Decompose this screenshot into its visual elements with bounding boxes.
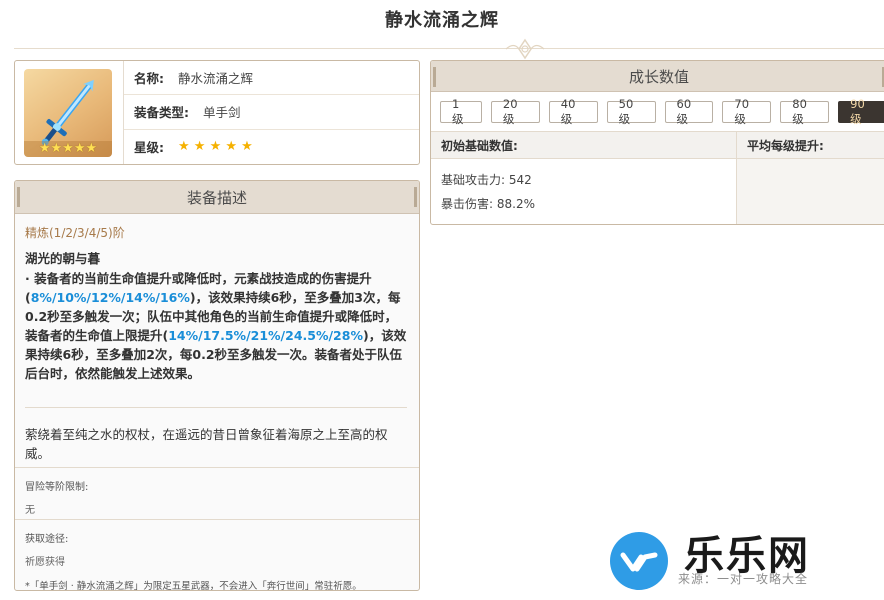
level-button-90[interactable]: 90级 (838, 97, 884, 126)
level-button-60[interactable]: 60级 (664, 97, 714, 126)
level-button-40[interactable]: 40级 (548, 97, 598, 126)
level-button-20[interactable]: 20级 (490, 97, 540, 126)
initial-stats-header: 初始基础数值: (431, 132, 737, 158)
info-row-rarity: 星级: ★ ★ ★ ★ ★ (124, 130, 419, 164)
level-button-1[interactable]: 1级 (440, 97, 482, 126)
growth-panel: 成长数值 1级 20级 40级 50级 60级 70级 80级 90级 初始基础… (430, 60, 884, 225)
description-header: 装备描述 (15, 181, 419, 214)
ascension-label: 冒险等阶限制: (25, 482, 89, 493)
page-title: 静水流涌之辉 (385, 10, 499, 31)
weapon-info-card: ★★★★★ 名称: 静水流涌之辉 装备类型: 单手剑 星级: ★ ★ ★ ★ ★ (14, 60, 420, 165)
name-label: 名称: (134, 71, 164, 87)
passive-name: 湖光的朝与暮 (25, 251, 101, 266)
level-button-80[interactable]: 80级 (780, 97, 830, 126)
stat-table-header: 初始基础数值: 平均每级提升: (431, 132, 884, 159)
watermark-faint-text: 来源：一对一攻略大全 (678, 572, 809, 586)
source-value: 祈愿获得 (25, 557, 65, 568)
source-note: *「单手剑 · 静水流涌之辉」为限定五星武器，不会进入「奔行世间」常驻祈愿。 (25, 581, 362, 591)
flavor-text: 萦绕着至纯之水的权杖，在遥远的昔日曾象征着海原之上至高的权威。 (25, 427, 388, 461)
thumb-rarity-stars: ★★★★★ (24, 141, 112, 157)
stat-table-body: 基础攻击力: 542 暴击伤害: 88.2% (431, 159, 884, 224)
passive-highlight-1: 8%/10%/12%/14%/16% (30, 290, 190, 305)
info-row-type: 装备类型: 单手剑 (124, 95, 419, 130)
description-panel: 装备描述 精炼(1/2/3/4/5)阶 湖光的朝与暮 · 装备者的当前生命值提升… (14, 180, 420, 591)
info-rows: 名称: 静水流涌之辉 装备类型: 单手剑 星级: ★ ★ ★ ★ ★ (123, 61, 419, 164)
info-row-name: 名称: 静水流涌之辉 (124, 61, 419, 96)
passive-description: · 装备者的当前生命值提升或降低时，元素战技造成的伤害提升(8%/10%/12%… (15, 267, 419, 383)
stat-crit-dmg: 暴击伤害: 88.2% (441, 197, 535, 211)
avg-growth-cell (737, 159, 884, 224)
source-section: 获取途径: 祈愿获得 *「单手剑 · 静水流涌之辉」为限定五星武器，不会进入「奔… (15, 519, 419, 591)
type-label: 装备类型: (134, 105, 189, 121)
rarity-stars: ★ ★ ★ ★ ★ (178, 139, 253, 155)
description-divider (25, 407, 407, 408)
level-button-50[interactable]: 50级 (606, 97, 656, 126)
name-value: 静水流涌之辉 (178, 71, 254, 87)
title-ornament-icon (505, 38, 545, 60)
rarity-label: 星级: (134, 140, 164, 156)
level-selector: 1级 20级 40级 50级 60级 70级 80级 90级 (431, 92, 884, 132)
level-button-70[interactable]: 70级 (722, 97, 772, 126)
stat-base-atk: 基础攻击力: 542 (441, 173, 532, 187)
passive-highlight-2: 14%/17.5%/21%/24.5%/28% (168, 328, 363, 343)
growth-header: 成长数值 (431, 61, 884, 92)
refinement-label: 精炼(1/2/3/4/5)阶 (25, 226, 125, 240)
ascension-value: 无 (25, 505, 35, 516)
source-label: 获取途径: (25, 534, 69, 545)
ascension-section: 冒险等阶限制: 无 (15, 467, 419, 519)
type-value: 单手剑 (203, 105, 241, 121)
title-divider (14, 48, 884, 49)
watermark-logo-icon (610, 532, 668, 590)
avg-growth-header: 平均每级提升: (747, 138, 824, 153)
weapon-image: ★★★★★ (24, 69, 112, 157)
initial-stats-cell: 基础攻击力: 542 暴击伤害: 88.2% (431, 159, 737, 224)
